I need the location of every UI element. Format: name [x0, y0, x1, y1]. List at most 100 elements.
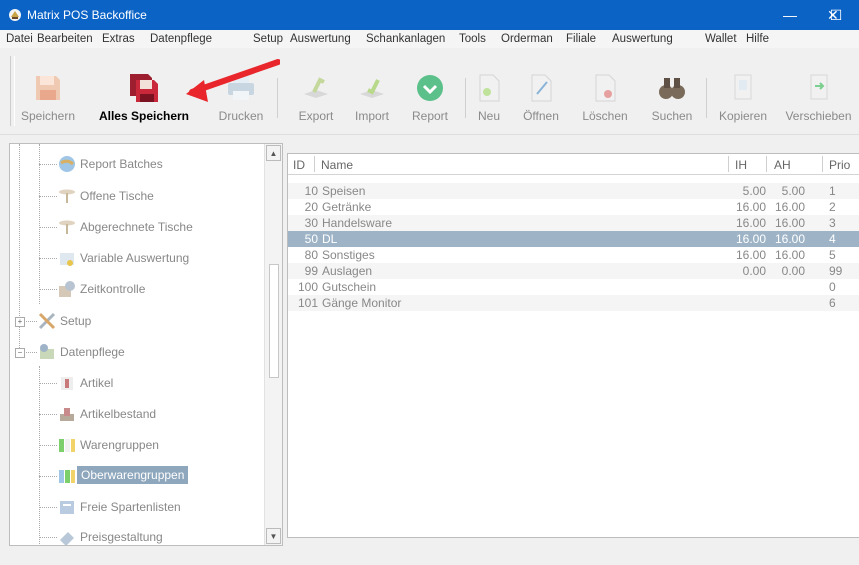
groups-icon: [59, 439, 75, 452]
menu-tools[interactable]: Tools: [459, 33, 486, 45]
pricing-icon: [60, 532, 74, 545]
cell-name: Speisen: [322, 184, 366, 198]
minimize-button[interactable]: —: [767, 0, 813, 30]
loeschen-button[interactable]: Löschen: [570, 66, 640, 128]
table-row[interactable]: 20 Getränke 16.00 16.00 2: [288, 199, 859, 215]
super-groups-icon: [59, 470, 75, 483]
scroll-down-icon[interactable]: ▼: [266, 528, 281, 544]
cell-ah: 0.00: [781, 264, 805, 278]
export-button[interactable]: Export: [288, 66, 344, 128]
header-ih[interactable]: IH: [735, 158, 747, 172]
suchen-button[interactable]: Suchen: [640, 66, 704, 128]
cell-ih: 16.00: [735, 216, 766, 230]
menu-datei[interactable]: Datei: [6, 33, 33, 45]
cell-prio: 4: [829, 232, 836, 246]
import-icon: [360, 79, 384, 98]
table-row[interactable]: 80 Sonstiges 16.00 16.00 5: [288, 247, 859, 263]
table-icon: [59, 189, 75, 203]
collapse-datenpflege-icon[interactable]: −: [15, 348, 25, 358]
cell-prio: 5: [829, 248, 836, 262]
close-button[interactable]: ✕: [827, 7, 839, 24]
cell-id: 99: [304, 264, 318, 278]
menu-hilfe[interactable]: Hilfe: [746, 33, 769, 45]
cell-ah: 16.00: [774, 216, 805, 230]
kopieren-button[interactable]: Kopieren: [708, 66, 778, 128]
cell-id: 10: [304, 184, 318, 198]
cell-id: 20: [304, 200, 318, 214]
data-icon: [40, 344, 54, 359]
menu-datenpflege[interactable]: Datenpflege: [150, 33, 212, 45]
menu-extras[interactable]: Extras: [102, 33, 135, 45]
import-button[interactable]: Import: [344, 66, 400, 128]
menu-filiale[interactable]: Filiale: [566, 33, 596, 45]
cell-id: 30: [304, 216, 318, 230]
cell-name: Getränke: [322, 200, 372, 214]
open-icon: [531, 74, 552, 102]
cell-ah: 5.00: [781, 184, 805, 198]
globe-icon: [59, 156, 75, 172]
report-icon: [417, 75, 443, 101]
tools-icon: [38, 312, 56, 330]
menu-bearbeiten[interactable]: Bearbeiten: [37, 33, 93, 45]
oeffnen-button[interactable]: Öffnen: [512, 66, 570, 128]
neu-button[interactable]: Neu: [466, 66, 512, 128]
cell-prio: 99: [829, 264, 843, 278]
binoculars-icon: [659, 78, 685, 99]
cell-prio: 3: [829, 216, 836, 230]
move-icon: [810, 74, 827, 100]
cell-prio: 6: [829, 296, 836, 310]
table-row-selected[interactable]: 50 DL 16.00 16.00 4: [288, 231, 859, 247]
speichern-button[interactable]: Speichern: [18, 66, 78, 128]
header-id[interactable]: ID: [293, 158, 305, 172]
document-icon: [60, 253, 74, 266]
annotation-arrow: [186, 59, 280, 102]
cell-prio: 0: [829, 280, 836, 294]
header-ah[interactable]: AH: [774, 158, 791, 172]
title-bar: Matrix POS Backoffice — ☐: [0, 0, 859, 30]
cell-ih: 5.00: [742, 184, 766, 198]
save-all-icon: [130, 74, 158, 102]
cell-ah: 16.00: [774, 248, 805, 262]
header-prio[interactable]: Prio: [829, 158, 850, 172]
menu-orderman[interactable]: Orderman: [501, 33, 553, 45]
cell-name: Gänge Monitor: [322, 296, 402, 310]
verschieben-button[interactable]: Verschieben: [778, 66, 859, 128]
list-icon: [60, 501, 74, 514]
tree-scrollbar[interactable]: ▲ ▼: [264, 144, 282, 545]
article-icon: [61, 377, 73, 390]
expand-setup-icon[interactable]: +: [15, 317, 25, 327]
menu-auswertung-2[interactable]: Auswertung: [612, 33, 673, 45]
copy-icon: [734, 74, 752, 100]
cell-ih: 16.00: [735, 232, 766, 246]
new-icon: [479, 74, 500, 102]
cell-prio: 1: [829, 184, 836, 198]
menu-wallet[interactable]: Wallet: [705, 33, 737, 45]
menu-auswertung[interactable]: Auswertung: [290, 33, 351, 45]
cell-id: 100: [297, 280, 318, 294]
cell-name: DL: [322, 232, 338, 246]
navigation-tree: Report Batches Offene Tische Abgerechnet…: [9, 143, 283, 546]
menu-setup[interactable]: Setup: [253, 33, 283, 45]
cell-id: 101: [297, 296, 318, 310]
cell-ih: 0.00: [742, 264, 766, 278]
cell-ah: 16.00: [774, 200, 805, 214]
menu-schankanlagen[interactable]: Schankanlagen: [366, 33, 445, 45]
table-icon: [59, 220, 75, 234]
cell-name: Auslagen: [322, 264, 373, 278]
scroll-thumb[interactable]: [269, 264, 279, 378]
table-row[interactable]: 10 Speisen 5.00 5.00 1: [288, 183, 859, 199]
cell-id: 50: [304, 232, 318, 246]
report-button[interactable]: Report: [400, 66, 460, 128]
table-row[interactable]: 101 Gänge Monitor 6: [288, 295, 859, 311]
header-name[interactable]: Name: [321, 158, 353, 172]
oberwarengruppen-grid: ID Name IH AH Prio 10 Speisen 5.00 5.00 …: [287, 153, 859, 538]
cell-ah: 16.00: [774, 232, 805, 246]
table-row[interactable]: 99 Auslagen 0.00 0.00 99: [288, 263, 859, 279]
cell-name: Sonstiges: [322, 248, 375, 262]
toolbar: Speichern Alles Speichern Drucken Export…: [0, 48, 859, 135]
table-row[interactable]: 100 Gutschein 0: [288, 279, 859, 295]
app-icon: [9, 9, 21, 21]
table-row[interactable]: 30 Handelsware 16.00 16.00 3: [288, 215, 859, 231]
cell-name: Gutschein: [322, 280, 377, 294]
scroll-up-icon[interactable]: ▲: [266, 145, 281, 161]
